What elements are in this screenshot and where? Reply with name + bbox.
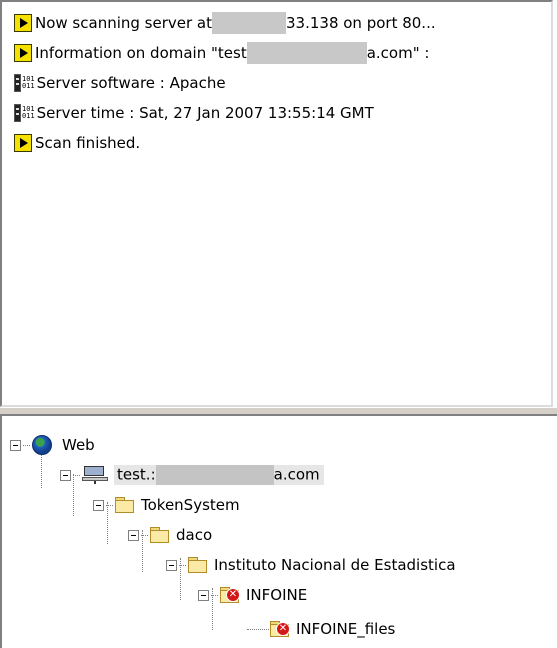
- collapse-toggle[interactable]: [198, 589, 209, 601]
- log-line-scanning: Now scanning server at 33.138 on port 80…: [14, 10, 436, 36]
- redacted-block: [246, 42, 367, 64]
- play-icon: [14, 44, 32, 62]
- tree-node-daco[interactable]: daco: [128, 522, 212, 548]
- tree-label: INFOINE: [246, 586, 308, 604]
- redacted-block: [212, 12, 286, 34]
- tree-node-tokensystem[interactable]: TokenSystem: [93, 492, 240, 518]
- log-text: Server software : Apache: [36, 74, 226, 92]
- collapse-toggle[interactable]: [10, 439, 21, 451]
- play-icon: [14, 14, 32, 32]
- tree-label: TokenSystem: [141, 496, 240, 514]
- log-line-server-time: 101 011 Server time : Sat, 27 Jan 2007 13…: [14, 100, 374, 126]
- collapse-toggle[interactable]: [60, 469, 71, 481]
- log-line-server-software: 101 011 Server software : Apache: [14, 70, 226, 96]
- log-line-domain-info: Information on domain "test a.com" :: [14, 40, 429, 66]
- collapse-toggle[interactable]: [166, 559, 177, 571]
- tree-node-infoine-files[interactable]: ✕ INFOINE_files: [270, 616, 395, 642]
- collapse-toggle[interactable]: [93, 499, 104, 511]
- tree-node-host[interactable]: test.: a.com: [60, 462, 324, 488]
- log-text: Server time : Sat, 27 Jan 2007 13:55:14 …: [36, 104, 374, 122]
- scan-log-pane[interactable]: Now scanning server at 33.138 on port 80…: [0, 0, 553, 407]
- tree-connector: [247, 629, 269, 630]
- log-text-pre: Now scanning server at: [35, 14, 212, 32]
- host-computer-icon: [82, 466, 108, 484]
- tree-node-instituto[interactable]: Instituto Nacional de Estadistica: [166, 552, 456, 578]
- tree-node-infoine[interactable]: ✕ INFOINE: [198, 582, 307, 608]
- folder-icon: [115, 497, 135, 513]
- error-folder-icon: ✕: [220, 587, 240, 603]
- log-text: Scan finished.: [35, 134, 141, 152]
- tree-label: INFOINE_files: [296, 620, 396, 638]
- tree-label: test.: a.com: [114, 465, 324, 485]
- play-icon: [14, 134, 32, 152]
- tree-label: Instituto Nacional de Estadistica: [214, 556, 456, 574]
- server-icon: 101 011: [14, 104, 35, 122]
- collapse-toggle[interactable]: [128, 529, 139, 541]
- folder-icon: [150, 527, 170, 543]
- pane-splitter[interactable]: [0, 407, 557, 415]
- folder-icon: [188, 557, 208, 573]
- globe-icon: [32, 435, 52, 455]
- server-icon: 101 011: [14, 74, 35, 92]
- site-tree-pane[interactable]: Web test.: a.com TokenSystem daco Institu…: [0, 415, 557, 648]
- tree-label: Web: [62, 436, 95, 454]
- log-text-post: 33.138 on port 80...: [286, 14, 436, 32]
- log-text-pre: Information on domain "test: [35, 44, 247, 62]
- tree-node-web[interactable]: Web: [10, 432, 95, 458]
- redacted-block: [155, 465, 274, 485]
- log-text-post: a.com" :: [366, 44, 430, 62]
- tree-label: daco: [176, 526, 213, 544]
- log-line-scan-finished: Scan finished.: [14, 130, 140, 156]
- error-folder-icon: ✕: [270, 621, 290, 637]
